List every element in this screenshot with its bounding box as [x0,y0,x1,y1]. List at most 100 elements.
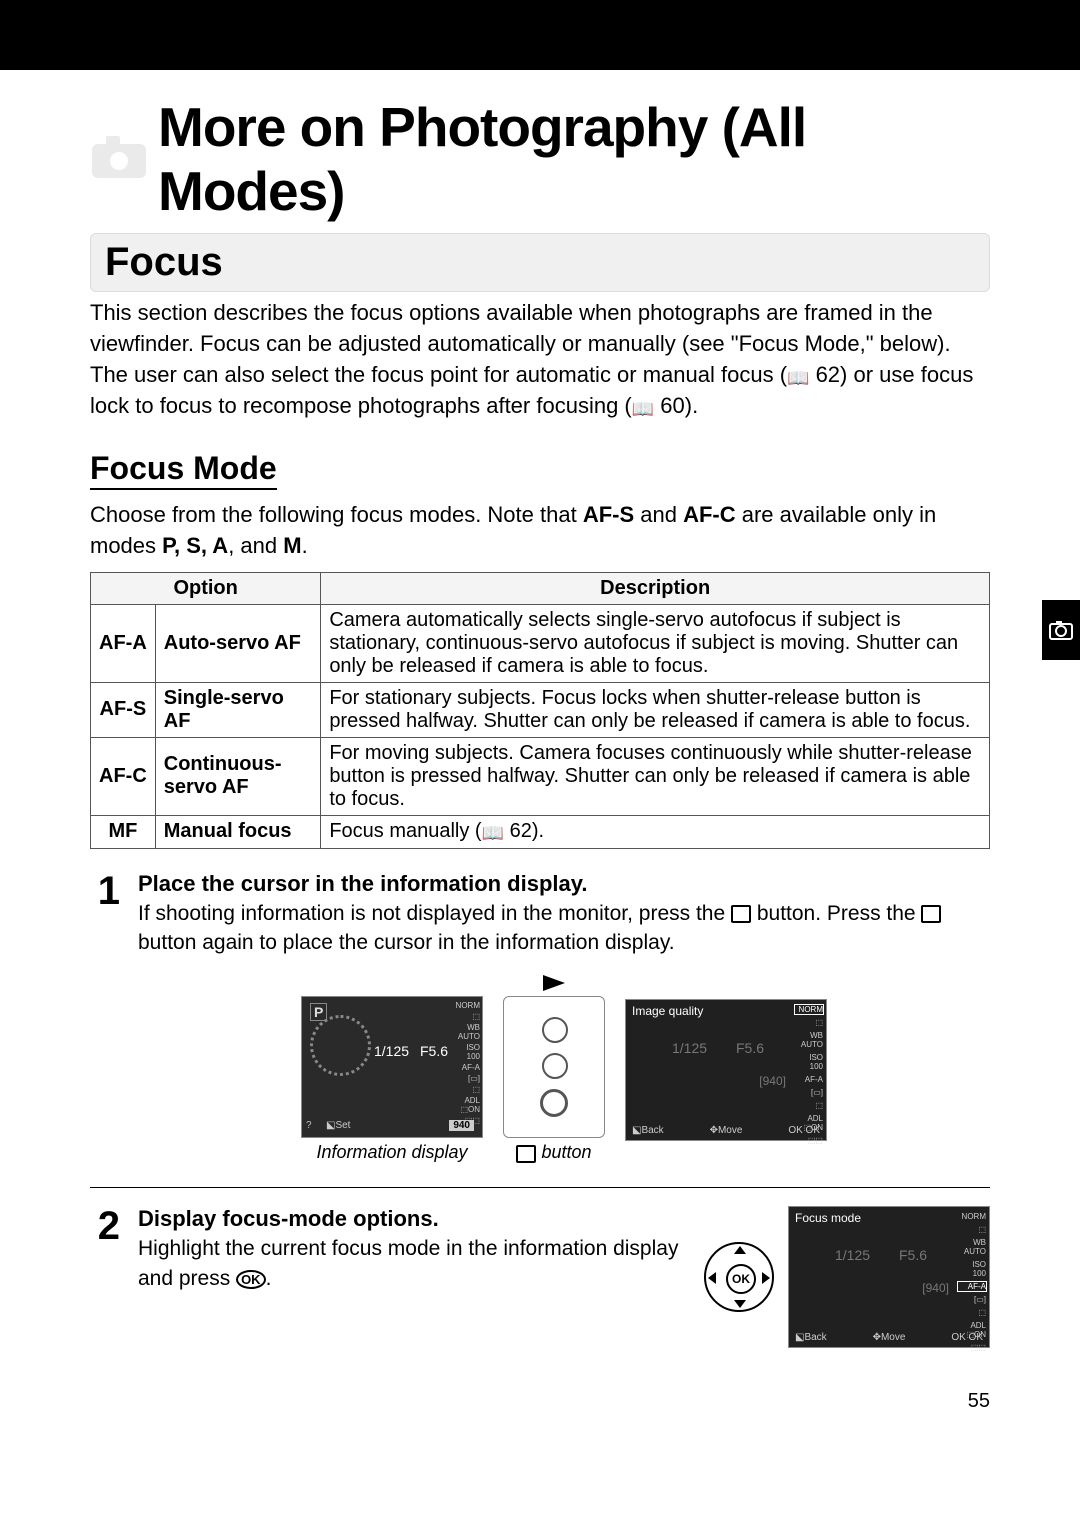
section-intro: This section describes the focus options… [90,298,990,422]
frame-count: 940 [449,1120,474,1131]
book-icon: 📖 [482,823,504,843]
table-row: AF-C Continuous-servo AF For moving subj… [91,737,990,815]
side-item: ISO 100 [957,1259,987,1279]
focus-mode-menu-screen: Focus mode 1/125 F5.6 [940] NORM ⬚ WB AU… [788,1206,990,1348]
ok-label: OK OK [951,1332,983,1343]
step-text-b: . [266,1267,272,1290]
table-row: AF-S Single-servo AF For stationary subj… [91,682,990,737]
menu-footer: ⬕Back ✥Move OK OK [632,1125,820,1136]
lead-m: M [283,533,301,558]
side-item: ⬚⬚ [794,1135,824,1146]
desc-ref: 62). [504,820,544,842]
info-button [540,1089,568,1117]
step-text-b: button. Press the [751,902,921,925]
shutter-value: 1/125 [672,1040,707,1056]
lead-text: , and [228,533,283,558]
side-item: ⬚ [452,1012,480,1021]
step-text: Highlight the current focus mode in the … [138,1234,686,1293]
lead-afs: AF-S [583,502,634,527]
menu-title: Focus mode [795,1211,861,1225]
opt-name: Manual focus [155,815,321,848]
side-item: WB AUTO [452,1023,480,1041]
dial-graphic [310,1015,371,1076]
side-item: ⬚ [957,1307,987,1318]
opt-code: AF-C [91,737,156,815]
shutter-value: 1/125 [835,1247,870,1263]
move-label: ✥Move [873,1332,906,1343]
col-option: Option [91,572,321,604]
back-label: ⬕Back [795,1332,827,1343]
lead-text: . [302,533,308,558]
lead-text: Choose from the following focus modes. N… [90,502,583,527]
side-item: AF-A [794,1074,824,1085]
side-item: ⬚⬚ [957,1342,987,1353]
frame-count: [940] [922,1281,949,1295]
caption-suffix: button [536,1142,591,1162]
step1-figures: P 1/125 F5.6 NORM ⬚ WB AUTO ISO 100 AF-A… [138,975,990,1163]
side-item: NORM [957,1211,987,1222]
camera-icon [90,134,148,185]
side-item: ⬚ [957,1224,987,1235]
lead-afc: AF-C [683,502,736,527]
page-number: 55 [90,1390,990,1413]
up-arrow-icon [734,1246,746,1254]
side-item: ⬚ [452,1085,480,1094]
focus-mode-section: Focus Mode Choose from the following foc… [90,450,990,849]
set-label: ⬕Set [326,1120,350,1131]
section-heading-box: Focus [90,233,990,292]
arrow-right-icon [543,975,565,991]
info-display-screen: P 1/125 F5.6 NORM ⬚ WB AUTO ISO 100 AF-A… [301,996,483,1138]
frame-count: [940] [759,1074,786,1088]
step-title: Place the cursor in the information disp… [138,871,990,897]
book-icon: 📖 [632,399,654,419]
figure-info-display: P 1/125 F5.6 NORM ⬚ WB AUTO ISO 100 AF-A… [301,996,483,1163]
menu-screen: Image quality 1/125 F5.6 [940] NORM ⬚ WB… [625,999,827,1141]
side-item: [▭] [794,1087,824,1098]
side-item: NORM [452,1001,480,1010]
step-number: 1 [90,871,120,1164]
focus-mode-heading: Focus Mode [90,450,277,490]
info-button-icon [731,905,751,923]
step-text-c: button again to place the cursor in the … [138,931,675,954]
aperture-value: F5.6 [420,1043,448,1059]
opt-desc: Camera automatically selects single-serv… [321,604,990,682]
multi-selector-pad: OK [704,1242,774,1312]
menu-title: Image quality [632,1004,703,1018]
panel-button [542,1053,568,1079]
side-item: WB AUTO [957,1237,987,1257]
side-item: ADL ⬚ON [452,1096,480,1114]
opt-code: AF-A [91,604,156,682]
side-item: AF-A [452,1063,480,1072]
step-text: If shooting information is not displayed… [138,899,990,958]
step-1: 1 Place the cursor in the information di… [90,871,990,1189]
ok-button-icon: OK [236,1270,266,1289]
aperture-value: F5.6 [736,1040,764,1056]
side-item: [▭] [957,1294,987,1305]
step-2: 2 Display focus-mode options. Highlight … [90,1206,990,1372]
chapter-title: More on Photography (All Modes) [158,95,990,223]
right-arrow-icon [762,1272,770,1284]
side-item: ISO 100 [452,1043,480,1061]
figure-image-quality-menu: Image quality 1/125 F5.6 [940] NORM ⬚ WB… [625,999,827,1163]
step-number: 2 [90,1206,120,1348]
top-black-bar [0,0,1080,70]
opt-name: Single-servo AF [155,682,321,737]
panel-button [542,1017,568,1043]
figure-caption: button [503,1142,605,1163]
opt-name: Auto-servo AF [155,604,321,682]
desc-prefix: Focus manually ( [329,820,481,842]
focus-mode-lead: Choose from the following focus modes. N… [90,500,990,562]
back-label: ⬕Back [632,1125,664,1136]
side-item: ⬚ [794,1017,824,1028]
opt-name: Continuous-servo AF [155,737,321,815]
chapter-header: More on Photography (All Modes) [90,95,990,223]
opt-desc: Focus manually (📖 62). [321,815,990,848]
menu-footer: ⬕Back ✥Move OK OK [795,1332,983,1343]
table-row: AF-A Auto-servo AF Camera automatically … [91,604,990,682]
intro-ref2: 60). [654,393,698,418]
side-item: WB AUTO [794,1030,824,1050]
move-label: ✥Move [710,1125,743,1136]
lead-modes: P, S, A [162,533,228,558]
book-icon: 📖 [787,368,809,388]
side-item: ⬚ [794,1100,824,1111]
